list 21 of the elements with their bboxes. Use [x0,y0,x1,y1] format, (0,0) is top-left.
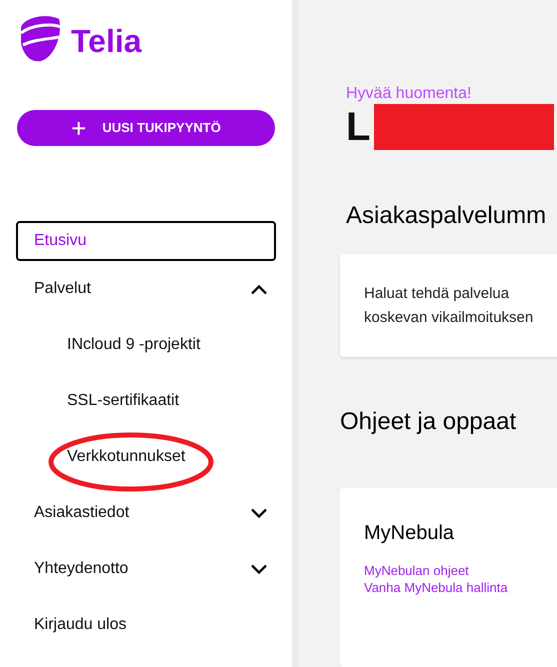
chevron-down-icon [250,508,268,518]
chevron-down-icon [250,564,268,574]
card-text: Haluat tehdä palvelua koskevan vikailmoituksen [364,284,534,328]
nav-subitem[interactable]: INcloud 9 -projektit [67,333,200,357]
section-heading: Asiakaspalvelumm [345,201,548,231]
chevron-up-icon [250,284,268,294]
plus-icon: + [71,115,86,141]
nav-item[interactable]: Palvelut [16,261,276,317]
nav-item[interactable]: Asiakastiedot [16,485,276,541]
nav-item[interactable]: Etusivu [16,221,276,261]
nav-item[interactable]: Kirjaudu ulos [16,597,276,653]
user-name: L [346,107,370,147]
section-heading: Ohjeet ja oppaat [340,407,518,438]
logo-text: Telia [71,25,142,57]
new-ticket-button[interactable]: + UUSI TUKIPYYNTÖ [17,110,275,146]
nav-item[interactable]: Yhteydenotto [16,541,276,597]
card-title: MyNebula [364,521,454,546]
guide-link[interactable]: Vanha MyNebula hallinta [364,579,508,596]
nav-subitem[interactable]: SSL-sertifikaatit [67,389,180,413]
greeting: Hyvää huomenta! [345,86,472,102]
guide-link[interactable]: MyNebulan ohjeet [364,562,469,580]
